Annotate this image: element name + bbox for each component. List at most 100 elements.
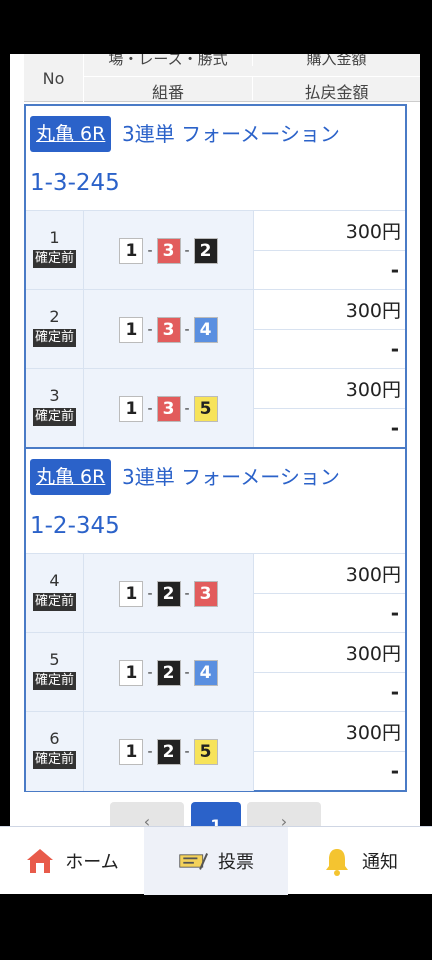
amount-cell: 300円 - — [254, 290, 405, 369]
bet-card: 丸亀 6R 3連単 フォーメーション 1-3-245 1 確定前 1-3-2 3… — [24, 104, 407, 449]
status-badge: 確定前 — [32, 250, 76, 268]
boat-number: 1 — [119, 738, 144, 765]
header-kumiban: 組番 — [84, 76, 252, 102]
boat-number: 2 — [156, 659, 181, 686]
amount-cell: 300円 - — [254, 633, 405, 712]
row-number: 4 — [49, 571, 60, 590]
current-page-button[interactable]: 1 — [191, 802, 241, 826]
dash-separator: - — [147, 664, 153, 681]
purchase-amount: 300円 — [345, 300, 401, 322]
next-page-button[interactable]: › — [247, 802, 321, 826]
kumiban-cell: 1-2-3 — [84, 554, 254, 633]
boat-number: 5 — [193, 395, 218, 422]
pagination: ‹ 1 › — [110, 802, 330, 826]
kumiban-cell: 1-3-2 — [84, 211, 254, 290]
boat-number: 3 — [193, 580, 218, 607]
status-badge: 確定前 — [32, 672, 76, 690]
header-no: No — [24, 54, 84, 102]
row-no-cell: 1 確定前 — [26, 211, 84, 290]
row-no-cell: 5 確定前 — [26, 633, 84, 712]
amount-cell: 300円 - — [254, 211, 405, 290]
boat-number: 1 — [119, 316, 144, 343]
screen: No 場・レース・勝式 組番 購入金額 払戻金額 丸亀 6R 3連単 フォーメー… — [0, 0, 432, 960]
table-row: 2 確定前 1-3-4 300円 - — [26, 289, 405, 369]
amount-cell: 300円 - — [254, 369, 405, 448]
payout-amount: - — [390, 258, 399, 282]
row-no-cell: 2 確定前 — [26, 290, 84, 369]
row-number: 5 — [49, 650, 60, 669]
dash-separator: - — [147, 321, 153, 338]
boat-number: 2 — [156, 738, 181, 765]
header-purchase-amount: 購入金額 — [252, 54, 420, 66]
payout-amount: - — [390, 759, 399, 783]
tab-notifications-label: 通知 — [362, 852, 398, 873]
row-number: 3 — [49, 386, 60, 405]
tab-vote-label: 投票 — [218, 852, 254, 873]
table-row: 3 確定前 1-3-5 300円 - — [26, 368, 405, 448]
divider — [254, 751, 405, 752]
tab-home-label: ホーム — [65, 852, 119, 873]
boat-number: 3 — [156, 237, 181, 264]
boat-number: 5 — [193, 738, 218, 765]
boat-number: 1 — [119, 659, 144, 686]
divider — [254, 329, 405, 330]
header-payout: 払戻金額 — [252, 76, 420, 102]
boat-number: 3 — [156, 395, 181, 422]
bet-card-header: 丸亀 6R 3連単 フォーメーション 1-3-245 — [26, 106, 405, 210]
purchase-amount: 300円 — [345, 643, 401, 665]
bet-type: 3連単 フォーメーション — [122, 465, 340, 489]
dash-separator: - — [147, 400, 153, 417]
status-badge: 確定前 — [32, 329, 76, 347]
dash-separator: - — [147, 585, 153, 602]
bet-type: 3連単 フォーメーション — [122, 122, 340, 146]
status-badge: 確定前 — [32, 593, 76, 611]
status-badge: 確定前 — [32, 408, 76, 426]
dash-separator: - — [184, 321, 190, 338]
boat-number: 4 — [193, 659, 218, 686]
row-number: 1 — [49, 228, 60, 247]
divider — [254, 672, 405, 673]
purchase-amount: 300円 — [345, 221, 401, 243]
bet-history-content[interactable]: No 場・レース・勝式 組番 購入金額 払戻金額 丸亀 6R 3連単 フォーメー… — [10, 54, 420, 826]
amount-cell: 300円 - — [254, 554, 405, 633]
payout-amount: - — [390, 337, 399, 361]
divider — [254, 408, 405, 409]
boat-number: 1 — [119, 237, 144, 264]
kumiban-cell: 1-2-4 — [84, 633, 254, 712]
boat-number: 3 — [156, 316, 181, 343]
row-number: 2 — [49, 307, 60, 326]
kumiban-cell: 1-2-5 — [84, 712, 254, 791]
venue-race-link[interactable]: 丸亀 6R — [30, 116, 112, 152]
row-no-cell: 6 確定前 — [26, 712, 84, 791]
purchase-amount: 300円 — [345, 722, 401, 744]
amount-cell: 300円 - — [254, 712, 405, 791]
payout-amount: - — [390, 680, 399, 704]
tab-notifications[interactable]: 通知 — [288, 827, 432, 895]
dash-separator: - — [184, 242, 190, 259]
row-number: 6 — [49, 729, 60, 748]
dash-separator: - — [184, 585, 190, 602]
bottom-tab-bar: ホーム 投票 通知 — [0, 826, 432, 895]
bet-card-header: 丸亀 6R 3連単 フォーメーション 1-2-345 — [26, 449, 405, 553]
kumiban-cell: 1-3-4 — [84, 290, 254, 369]
dash-separator: - — [184, 664, 190, 681]
bet-combination: 1-3-245 — [30, 170, 120, 196]
boat-number: 2 — [156, 580, 181, 607]
tab-home[interactable]: ホーム — [0, 827, 144, 895]
table-header: No 場・レース・勝式 組番 購入金額 払戻金額 — [24, 54, 420, 102]
dash-separator: - — [184, 400, 190, 417]
table-row: 6 確定前 1-2-5 300円 - — [26, 711, 405, 791]
prev-page-button[interactable]: ‹ — [110, 802, 184, 826]
boat-number: 4 — [193, 316, 218, 343]
table-row: 1 確定前 1-3-2 300円 - — [26, 210, 405, 290]
bet-card: 丸亀 6R 3連単 フォーメーション 1-2-345 4 確定前 1-2-3 3… — [24, 447, 407, 792]
venue-race-link[interactable]: 丸亀 6R — [30, 459, 112, 495]
dash-separator: - — [147, 743, 153, 760]
dash-separator: - — [184, 743, 190, 760]
row-no-cell: 4 確定前 — [26, 554, 84, 633]
tab-vote[interactable]: 投票 — [144, 827, 288, 895]
home-icon — [25, 846, 55, 876]
status-badge: 確定前 — [32, 751, 76, 769]
purchase-amount: 300円 — [345, 379, 401, 401]
purchase-amount: 300円 — [345, 564, 401, 586]
